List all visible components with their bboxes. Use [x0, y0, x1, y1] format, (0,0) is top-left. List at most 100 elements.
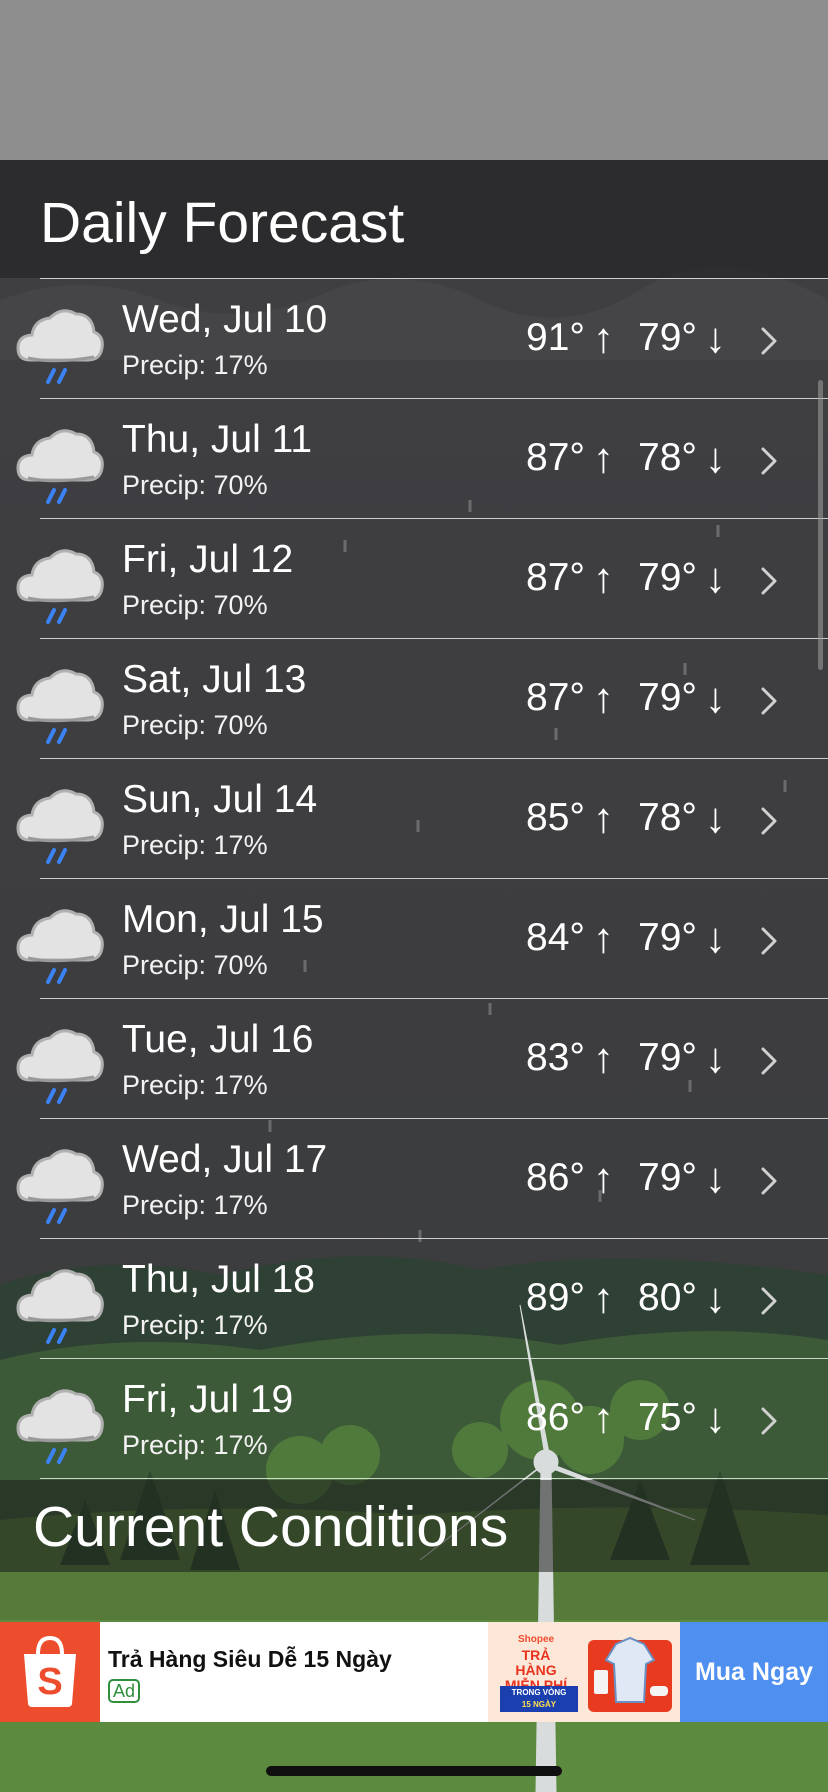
high-temp: 84° — [526, 916, 586, 959]
low-temp: 79° — [638, 556, 697, 599]
forecast-temps: 91° ↑ 79° ↓ — [526, 314, 732, 362]
rain-cloud-icon — [14, 1382, 106, 1466]
row-separator — [40, 1478, 828, 1479]
arrow-down-icon: ↓ — [705, 1274, 726, 1321]
rain-cloud-icon — [14, 902, 106, 986]
forecast-row[interactable]: Sat, Jul 13 Precip: 70% 87° ↑ 79° ↓ — [0, 638, 828, 758]
daily-forecast-list: Wed, Jul 10 Precip: 17% 91° ↑ 79° ↓ Thu, Jul 1… — [0, 278, 828, 1479]
forecast-date: Tue, Jul 16 — [122, 1018, 314, 1061]
ad-creative-brand: Shopee — [518, 1634, 555, 1645]
forecast-date: Fri, Jul 19 — [122, 1378, 294, 1421]
low-temp: 79° — [638, 916, 697, 959]
arrow-up-icon: ↑ — [593, 554, 615, 601]
forecast-temps: 89° ↑ 80° ↓ — [526, 1274, 732, 1322]
forecast-date: Sun, Jul 14 — [122, 778, 318, 821]
forecast-row[interactable]: Tue, Jul 16 Precip: 17% 83° ↑ 79° ↓ — [0, 998, 828, 1118]
forecast-precip: Precip: 70% — [122, 950, 268, 980]
arrow-up-icon: ↑ — [593, 1154, 615, 1201]
ad-banner[interactable]: S Trả Hàng Siêu Dễ 15 Ngày Ad Shopee TRẢ… — [0, 1622, 828, 1722]
chevron-right-icon[interactable] — [760, 446, 778, 476]
forecast-row[interactable]: Thu, Jul 11 Precip: 70% 87° ↑ 78° ↓ — [0, 398, 828, 518]
forecast-temps: 87° ↑ 78° ↓ — [526, 434, 732, 482]
arrow-up-icon: ↑ — [593, 674, 615, 721]
forecast-row[interactable]: Mon, Jul 15 Precip: 70% 84° ↑ 79° ↓ — [0, 878, 828, 998]
ad-creative-pill-line1: TRONG VÒNG — [511, 1688, 567, 1697]
forecast-precip: Precip: 17% — [122, 1190, 268, 1220]
ad-title[interactable]: Trả Hàng Siêu Dễ 15 Ngày — [108, 1646, 392, 1673]
low-temp: 79° — [638, 316, 697, 359]
ad-cta-button[interactable]: Mua Ngay — [680, 1622, 828, 1722]
rain-cloud-icon — [14, 662, 106, 746]
chevron-right-icon[interactable] — [760, 806, 778, 836]
forecast-temps: 86° ↑ 79° ↓ — [526, 1154, 732, 1202]
arrow-up-icon: ↑ — [593, 1274, 615, 1321]
arrow-up-icon: ↑ — [593, 794, 615, 841]
high-temp: 87° — [526, 436, 586, 479]
high-temp: 89° — [526, 1276, 586, 1319]
rain-cloud-icon — [14, 422, 106, 506]
low-temp: 79° — [638, 676, 697, 719]
arrow-up-icon: ↑ — [593, 434, 615, 481]
low-temp: 79° — [638, 1156, 697, 1199]
forecast-date: Wed, Jul 17 — [122, 1138, 328, 1181]
forecast-row[interactable]: Fri, Jul 19 Precip: 17% 86° ↑ 75° ↓ — [0, 1358, 828, 1478]
ad-creative-image[interactable]: Shopee TRẢ HÀNG MIỄN PHÍ TRONG VÒNG 15 N… — [488, 1622, 680, 1722]
arrow-down-icon: ↓ — [705, 1394, 726, 1441]
forecast-row[interactable]: Fri, Jul 12 Precip: 70% 87° ↑ 79° ↓ — [0, 518, 828, 638]
high-temp: 86° — [526, 1396, 586, 1439]
chevron-right-icon[interactable] — [760, 686, 778, 716]
chevron-right-icon[interactable] — [760, 1286, 778, 1316]
row-separator — [40, 278, 828, 279]
row-separator — [40, 638, 828, 639]
low-temp: 78° — [638, 436, 697, 479]
scroll-indicator[interactable] — [818, 380, 823, 670]
forecast-precip: Precip: 17% — [122, 1310, 268, 1340]
forecast-temps: 85° ↑ 78° ↓ — [526, 794, 732, 842]
arrow-up-icon: ↑ — [593, 1034, 615, 1081]
arrow-down-icon: ↓ — [705, 1154, 726, 1201]
row-separator — [40, 398, 828, 399]
home-indicator[interactable] — [266, 1766, 562, 1776]
forecast-row[interactable]: Sun, Jul 14 Precip: 17% 85° ↑ 78° ↓ — [0, 758, 828, 878]
forecast-row[interactable]: Wed, Jul 17 Precip: 17% 86° ↑ 79° ↓ — [0, 1118, 828, 1238]
forecast-date: Thu, Jul 11 — [122, 418, 313, 461]
forecast-row[interactable]: Thu, Jul 18 Precip: 17% 89° ↑ 80° ↓ — [0, 1238, 828, 1358]
arrow-up-icon: ↑ — [593, 314, 615, 361]
row-separator — [40, 518, 828, 519]
chevron-right-icon[interactable] — [760, 926, 778, 956]
shopping-bag-icon[interactable]: S — [0, 1622, 100, 1722]
ad-creative-pill-line2: 15 NGÀY — [521, 1700, 557, 1709]
arrow-down-icon: ↓ — [705, 554, 726, 601]
high-temp: 91° — [526, 316, 586, 359]
forecast-row[interactable]: Wed, Jul 10 Precip: 17% 91° ↑ 79° ↓ — [0, 278, 828, 398]
high-temp: 87° — [526, 556, 586, 599]
rain-cloud-icon — [14, 542, 106, 626]
chevron-right-icon[interactable] — [760, 326, 778, 356]
row-separator — [40, 1238, 828, 1239]
forecast-precip: Precip: 17% — [122, 830, 268, 860]
forecast-precip: Precip: 70% — [122, 590, 268, 620]
forecast-temps: 87° ↑ 79° ↓ — [526, 554, 732, 602]
ad-badge: Ad — [108, 1679, 141, 1703]
chevron-right-icon[interactable] — [760, 1166, 778, 1196]
forecast-precip: Precip: 17% — [122, 350, 268, 380]
chevron-right-icon[interactable] — [760, 1406, 778, 1436]
arrow-down-icon: ↓ — [705, 1034, 726, 1081]
rain-cloud-icon — [14, 1262, 106, 1346]
forecast-precip: Precip: 70% — [122, 710, 268, 740]
row-separator — [40, 1118, 828, 1119]
forecast-date: Thu, Jul 18 — [122, 1258, 315, 1301]
row-separator — [40, 758, 828, 759]
low-temp: 79° — [638, 1036, 697, 1079]
high-temp: 83° — [526, 1036, 586, 1079]
chevron-right-icon[interactable] — [760, 566, 778, 596]
current-conditions-title: Current Conditions — [33, 1495, 509, 1559]
arrow-up-icon: ↑ — [593, 914, 615, 961]
chevron-right-icon[interactable] — [760, 1046, 778, 1076]
daily-forecast-header: Daily Forecast — [0, 160, 828, 278]
forecast-date: Fri, Jul 12 — [122, 538, 294, 581]
forecast-temps: 86° ↑ 75° ↓ — [526, 1394, 732, 1442]
arrow-down-icon: ↓ — [705, 794, 726, 841]
arrow-down-icon: ↓ — [705, 674, 726, 721]
forecast-temps: 83° ↑ 79° ↓ — [526, 1034, 732, 1082]
